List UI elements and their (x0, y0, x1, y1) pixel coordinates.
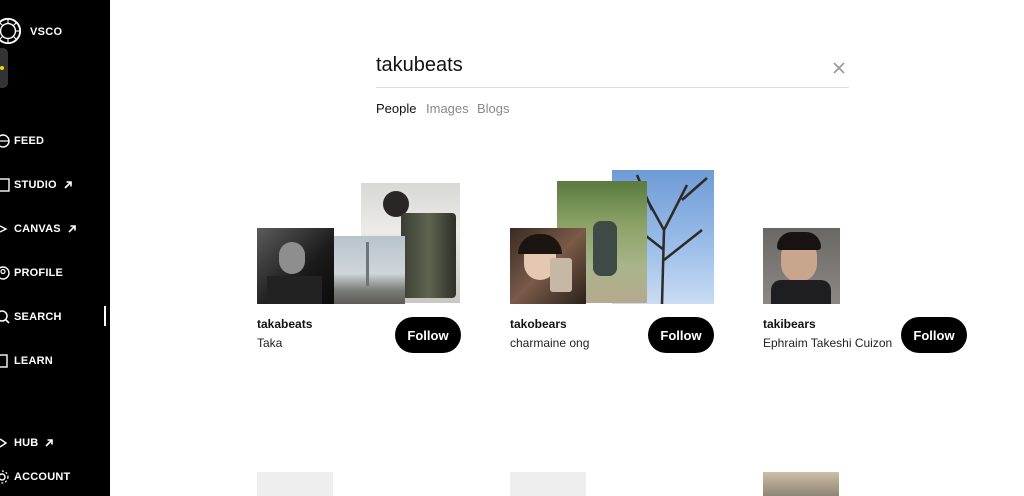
profile-icon (0, 266, 10, 280)
result-thumbnail (763, 228, 840, 304)
tab-images[interactable]: Images (426, 101, 469, 116)
globe-icon (0, 134, 10, 148)
result-thumbnail-placeholder (257, 472, 333, 496)
result-thumbnail-placeholder (510, 472, 586, 496)
result-username[interactable]: takibears (763, 317, 816, 331)
sidebar-item-label: SEARCH (14, 311, 62, 323)
sidebar-item-learn[interactable]: LEARN (0, 352, 53, 370)
user-result-card[interactable]: takabeats Taka Follow (257, 170, 462, 360)
sidebar-item-label: STUDIO (14, 179, 57, 191)
sidebar-item-label: PROFILE (14, 267, 64, 279)
search-icon (0, 310, 10, 324)
sidebar-item-label: ACCOUNT (14, 471, 71, 483)
canvas-icon (0, 225, 8, 233)
user-result-card[interactable]: takibears Ephraim Takeshi Cuizon Follow (763, 170, 968, 360)
learn-icon (0, 354, 8, 368)
external-link-icon (68, 225, 76, 233)
sidebar-item-studio[interactable]: STUDIO (0, 176, 73, 194)
search-underline (376, 87, 849, 88)
result-thumbnail (257, 228, 334, 304)
result-thumbnail (510, 228, 586, 304)
tab-blogs[interactable]: Blogs (477, 101, 510, 116)
hub-icon (0, 438, 8, 448)
sidebar-item-search[interactable]: SEARCH (0, 308, 62, 326)
external-link-icon (64, 181, 72, 189)
result-thumbnail (763, 472, 839, 496)
result-display-name: charmaine ong (510, 336, 590, 350)
search-input[interactable]: takubeats (376, 54, 463, 77)
tab-people[interactable]: People (376, 101, 416, 116)
sidebar-item-label: FEED (14, 135, 45, 147)
sidebar: VSCO FEED STUDIO CANVAS PROFILE SEARCH L… (0, 0, 110, 496)
user-result-card[interactable]: takobears charmaine ong Follow (510, 170, 715, 360)
external-link-icon (45, 439, 54, 447)
result-display-name: Ephraim Takeshi Cuizon (763, 336, 893, 350)
notification-dot (0, 66, 4, 70)
sidebar-item-feed[interactable]: FEED (0, 132, 44, 150)
follow-button[interactable]: Follow (901, 317, 967, 353)
result-thumbnail (334, 236, 405, 304)
sidebar-item-label: CANVAS (14, 223, 61, 235)
follow-button[interactable]: Follow (648, 317, 714, 353)
sidebar-item-account[interactable]: ACCOUNT (0, 468, 70, 486)
gear-icon (0, 470, 9, 484)
sidebar-item-profile[interactable]: PROFILE (0, 264, 63, 282)
sidebar-item-hub[interactable]: HUB (0, 434, 54, 452)
follow-button[interactable]: Follow (395, 317, 461, 353)
close-icon[interactable] (831, 60, 847, 76)
sidebar-item-canvas[interactable]: CANVAS (0, 220, 77, 238)
vsco-logo-icon[interactable] (0, 16, 22, 46)
studio-icon (0, 178, 10, 192)
result-username[interactable]: takabeats (257, 317, 312, 331)
logo-text[interactable]: VSCO (30, 26, 62, 38)
result-display-name: Taka (257, 336, 283, 350)
result-username[interactable]: takobears (510, 317, 567, 331)
active-indicator (104, 306, 106, 326)
sidebar-item-label: HUB (14, 437, 39, 449)
sidebar-item-label: LEARN (14, 355, 53, 367)
